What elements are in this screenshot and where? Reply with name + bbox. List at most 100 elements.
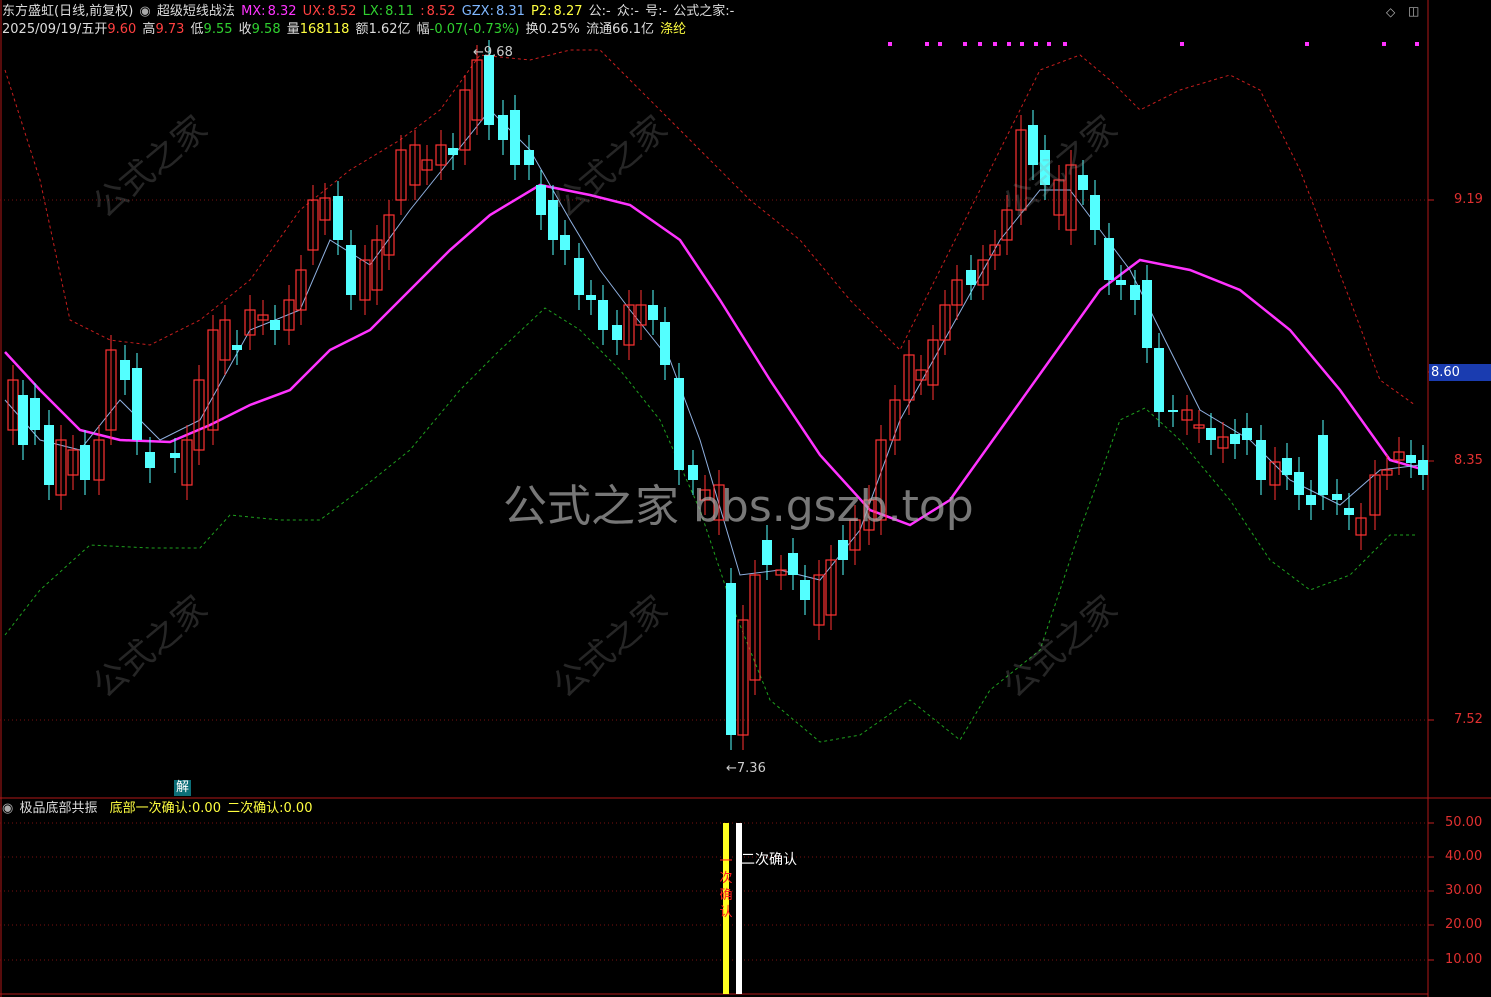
sub-tick: 20.00 — [1445, 917, 1483, 932]
candle-body — [80, 445, 90, 480]
high-label: 高 — [142, 22, 156, 37]
signal-dot — [1180, 42, 1184, 46]
signal-dot — [1415, 42, 1419, 46]
lx-label: LX: — [362, 4, 384, 19]
candle-body — [612, 325, 622, 340]
signal-dot — [1020, 42, 1024, 46]
candle-body — [1104, 238, 1114, 280]
candle-body — [800, 580, 810, 600]
sub-tick: 40.00 — [1445, 849, 1483, 864]
first-confirm-char: 一 — [719, 854, 732, 869]
candle-body — [674, 378, 684, 470]
sub-tick: 10.00 — [1445, 952, 1483, 967]
candle-body — [574, 258, 584, 295]
candle-body — [1418, 460, 1428, 475]
candle-body — [762, 540, 772, 565]
quote-date: 2025/09/19/五 — [2, 22, 95, 37]
quote-bar: 2025/09/19/五开9.60 高9.73 低9.55 收9.58 量168… — [2, 22, 688, 38]
candle-body — [1332, 494, 1342, 500]
collapse-icon[interactable]: ◉ — [2, 801, 13, 816]
signal-dot — [1063, 42, 1067, 46]
zhong-value: 众:- — [616, 4, 639, 19]
upper-band — [4, 49, 1416, 406]
gong-value: 公:- — [588, 4, 611, 19]
candle-body — [484, 55, 494, 125]
candle-body — [132, 368, 142, 440]
signal-dot — [1047, 42, 1051, 46]
gzx-value: 8.31 — [495, 4, 525, 19]
collapse-icon[interactable]: ◉ — [139, 4, 150, 19]
turnover-value: 0.25% — [538, 22, 580, 37]
amount-value: 1.62亿 — [368, 22, 411, 37]
signal-dot — [938, 42, 942, 46]
watermark-center: 公式之家 bbs.gszb.top — [503, 481, 974, 532]
change-label: 幅 — [416, 22, 430, 37]
candle-body — [145, 452, 155, 468]
candle-body — [1344, 508, 1354, 515]
signal-dot — [1007, 42, 1011, 46]
first-confirm-value: 0.00 — [192, 801, 221, 816]
sector-tag[interactable]: 涤纶 — [660, 22, 686, 37]
diamond-icon[interactable]: ◇ — [1386, 5, 1395, 19]
candle-body — [1306, 495, 1316, 505]
candle-body — [1206, 428, 1216, 440]
price-tick: 9.19 — [1454, 192, 1483, 207]
candle-body — [1230, 434, 1240, 444]
close-value: 9.58 — [251, 22, 281, 37]
candle-body — [726, 583, 736, 735]
window-icon[interactable]: ◫ — [1408, 4, 1419, 18]
candle-body — [333, 196, 343, 240]
low-label: 低 — [190, 22, 204, 37]
open-label: 开 — [94, 22, 108, 37]
gzx-label: GZX: — [461, 4, 494, 19]
candle-body — [788, 553, 798, 575]
jie-badge[interactable]: 解 — [174, 780, 192, 796]
volume-label: 量 — [286, 22, 300, 37]
p2-value: 8.27 — [553, 4, 583, 19]
candle-body — [524, 150, 534, 165]
volume-value: 168118 — [299, 22, 350, 37]
signal-dot — [925, 42, 929, 46]
header-bar: 东方盛虹(日线,前复权) ◉ 超级短线战法 MX: 8.32 UX: 8.52 LX… — [2, 4, 736, 20]
open-value: 9.60 — [107, 22, 137, 37]
first-confirm-char: 确 — [719, 888, 732, 903]
candle-body — [1154, 348, 1164, 412]
low-marker: ←7.36 — [726, 761, 766, 776]
low-marker-value: 7.36 — [736, 761, 766, 776]
stock-title[interactable]: 东方盛虹(日线,前复权) — [2, 4, 133, 19]
high-marker: ←9.68 — [473, 45, 513, 60]
close-label: 收 — [238, 22, 252, 37]
current-price-tag: 8.60 — [1429, 364, 1491, 381]
candle-body — [30, 398, 40, 430]
candle-body — [560, 235, 570, 250]
sub-header: ◉ 极品底部共振 底部一次确认:0.00 二次确认:0.00 — [2, 801, 314, 817]
colon-label: : — [420, 4, 425, 19]
high-marker-value: 9.68 — [483, 45, 513, 60]
second-confirm-value: 0.00 — [283, 801, 313, 816]
site-value: 公式之家:- — [673, 4, 735, 19]
indicator-name[interactable]: 超级短线战法 — [157, 4, 235, 19]
candle-body — [660, 322, 670, 365]
candle-body — [510, 110, 520, 165]
candle-body — [1318, 435, 1328, 495]
candle-body — [1116, 280, 1126, 285]
sub-tick: 30.00 — [1445, 883, 1483, 898]
signal-dot — [1305, 42, 1309, 46]
lx-value: 8.11 — [385, 4, 415, 19]
colon-value: 8.52 — [426, 4, 456, 19]
signal-dot — [978, 42, 982, 46]
candle-body — [1294, 472, 1304, 495]
candle-body — [170, 453, 180, 458]
candle-body — [1142, 280, 1152, 348]
second-confirm-label: 二次确认: — [227, 801, 284, 816]
candle-body — [1130, 285, 1140, 300]
candle-body — [498, 115, 508, 140]
candle-body — [838, 540, 848, 560]
p2-label: P2: — [531, 4, 552, 19]
candle-body — [598, 300, 608, 330]
sub-title[interactable]: 极品底部共振 — [19, 801, 97, 816]
signal-dot — [1034, 42, 1038, 46]
hao-value: 号:- — [645, 4, 668, 19]
candle-body — [1242, 428, 1252, 440]
first-confirm-char: 次 — [719, 870, 732, 886]
